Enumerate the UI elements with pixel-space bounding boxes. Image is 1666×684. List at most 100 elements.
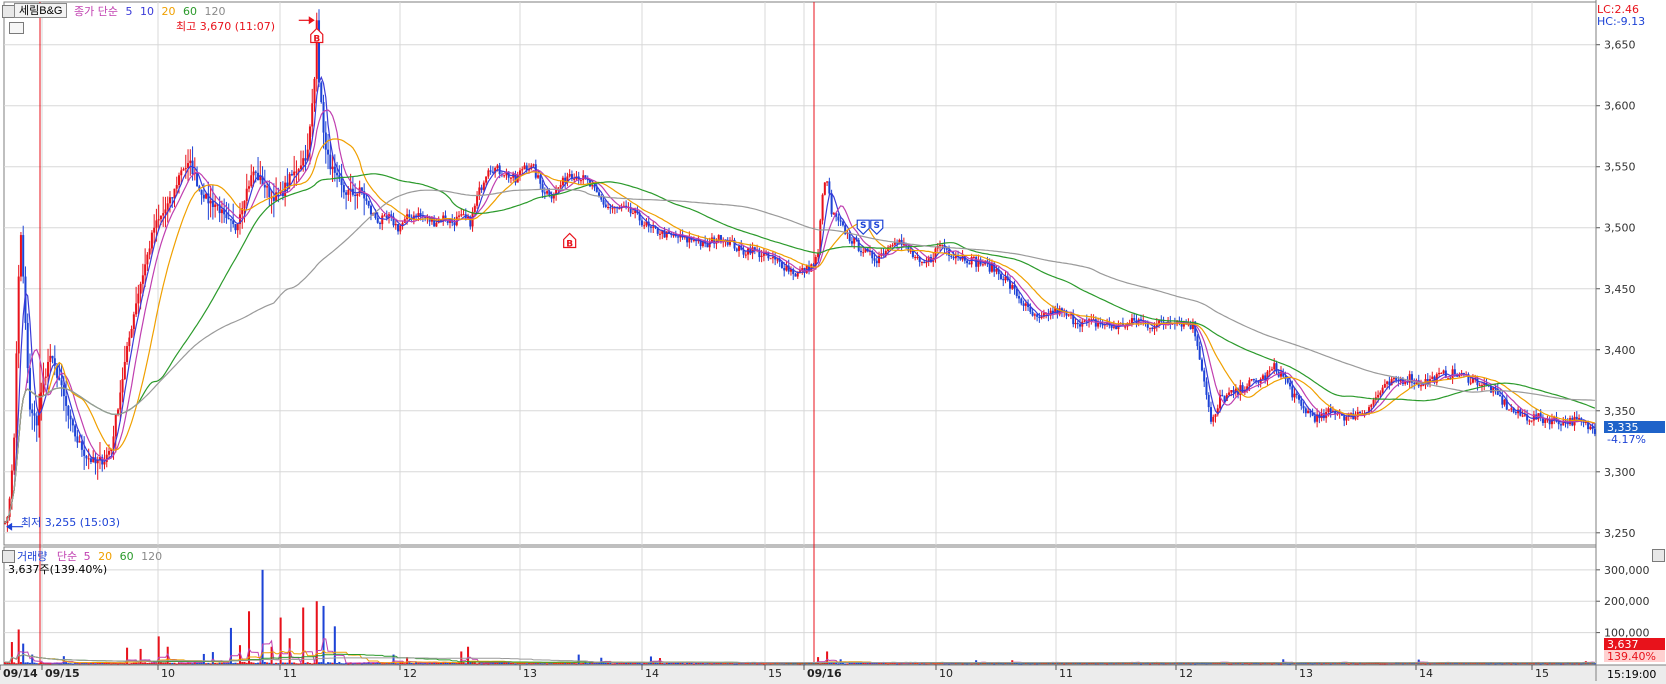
- volume-bar: [1487, 663, 1490, 665]
- table-icon[interactable]: [9, 22, 24, 34]
- volume-bar: [1383, 663, 1386, 665]
- volume-bar: [977, 663, 980, 665]
- volume-bar: [1329, 663, 1332, 665]
- candle-body: [166, 203, 169, 210]
- candle-body: [889, 246, 892, 248]
- volume-bar: [277, 663, 280, 665]
- candle-body: [162, 213, 165, 216]
- volume-readout: 3,637주(139.40%): [8, 563, 108, 576]
- volume-bar: [308, 662, 311, 664]
- candle-body: [1273, 363, 1276, 370]
- candle-body: [419, 213, 422, 216]
- volume-bar: [710, 663, 713, 665]
- candle-body: [374, 213, 377, 218]
- candle-body: [171, 197, 174, 199]
- volume-bar: [65, 662, 68, 664]
- x-tick-label: 09/16: [807, 667, 842, 680]
- candle-body: [1214, 414, 1217, 417]
- candle-body: [1212, 416, 1215, 422]
- candle-body: [60, 380, 63, 386]
- candle-body: [132, 314, 135, 330]
- candle-body: [1074, 322, 1077, 325]
- candle-body: [453, 222, 456, 226]
- volume-bar: [263, 661, 266, 664]
- volume-bar: [329, 662, 332, 664]
- candle-body: [247, 186, 251, 189]
- candle-body: [760, 255, 763, 258]
- candle-body: [828, 181, 831, 194]
- candle-body: [593, 185, 596, 188]
- volume-bar: [37, 663, 41, 665]
- volume-bar: [128, 663, 131, 665]
- volume-bar: [281, 662, 284, 664]
- volume-collapse-icon[interactable]: [2, 550, 15, 563]
- volume-bar: [1514, 663, 1517, 665]
- volume-bar: [487, 663, 490, 665]
- buy-signal-label: B: [566, 240, 573, 250]
- volume-legend: 거래량 단순 5 20 60 120: [17, 550, 162, 563]
- volume-bar: [28, 662, 31, 664]
- volume-bar: [961, 663, 964, 665]
- candle-body: [518, 170, 522, 176]
- candle-body: [1151, 327, 1154, 330]
- candle-body: [1148, 327, 1152, 329]
- volume-bar: [1279, 663, 1283, 665]
- volume-bar: [1002, 663, 1005, 665]
- candle-body: [336, 172, 339, 176]
- volume-bar: [338, 661, 341, 664]
- volume-bar: [948, 663, 951, 665]
- candle-body: [579, 180, 582, 182]
- candle-body: [1248, 380, 1251, 387]
- candle-body: [356, 193, 359, 197]
- candle-body: [369, 205, 372, 215]
- candle-body: [254, 171, 257, 173]
- candle-body: [543, 192, 546, 194]
- volume-bar: [749, 663, 752, 665]
- volume-bar: [234, 662, 237, 664]
- volume-bar: [415, 662, 418, 664]
- volume-bar: [1550, 663, 1553, 665]
- price-tick-label: 3,350: [1604, 405, 1636, 418]
- candle-body: [1018, 296, 1021, 299]
- volume-bar: [600, 657, 603, 664]
- volume-bar: [266, 662, 269, 664]
- stock-name-button[interactable]: 세림B&G: [14, 3, 68, 18]
- candle-body: [177, 175, 181, 186]
- volume-bar: [173, 662, 176, 664]
- current-price-box: 3,335: [1604, 421, 1665, 434]
- candle-body: [1205, 381, 1208, 395]
- volume-bar: [191, 663, 194, 665]
- candle-body: [435, 222, 438, 227]
- candle-body: [952, 257, 955, 259]
- volume-bar: [286, 662, 289, 664]
- candle-body: [839, 220, 842, 222]
- candle-body: [175, 185, 178, 189]
- volume-bar: [284, 662, 287, 664]
- candle-body: [550, 196, 553, 199]
- volume-pane-close-icon[interactable]: [1652, 549, 1665, 562]
- candle-body: [850, 241, 853, 244]
- x-tick-label: 12: [1179, 667, 1193, 680]
- candle-body: [69, 415, 72, 420]
- volume-bar: [1241, 663, 1244, 665]
- volume-bar: [1277, 663, 1280, 665]
- volume-bar: [342, 663, 345, 665]
- candle-body: [245, 188, 248, 201]
- volume-bar: [293, 662, 296, 664]
- candle-body: [925, 261, 928, 264]
- volume-bar: [110, 663, 113, 665]
- volume-bar: [306, 662, 309, 664]
- candle-body: [1209, 407, 1213, 422]
- candle-body: [150, 232, 153, 249]
- volume-bar: [24, 662, 27, 664]
- candle-body: [602, 199, 605, 205]
- candle-body: [252, 171, 255, 176]
- volume-bar: [476, 663, 479, 665]
- volume-bar: [509, 663, 512, 665]
- candle-body: [1124, 326, 1127, 328]
- candle-body: [51, 355, 54, 359]
- candle-body: [1453, 369, 1456, 375]
- candle-body: [1112, 326, 1115, 328]
- candle-body: [1076, 322, 1079, 325]
- volume-bar: [943, 663, 946, 665]
